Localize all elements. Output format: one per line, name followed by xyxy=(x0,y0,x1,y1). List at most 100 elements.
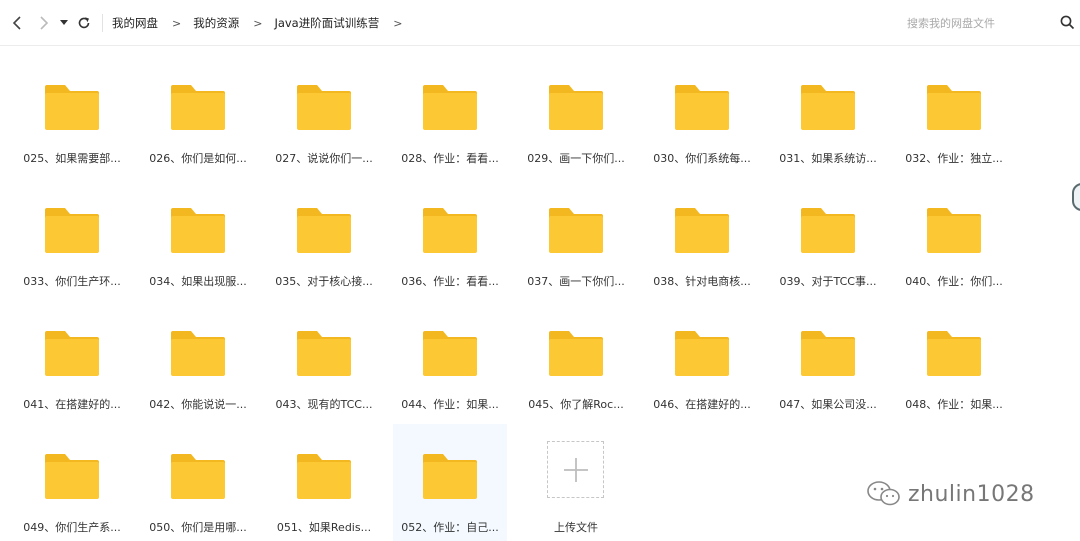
folder-item[interactable]: 035、对于核心接... xyxy=(267,178,381,295)
folder-icon xyxy=(297,331,351,376)
folder-item[interactable]: 032、作业：独立... xyxy=(897,55,1011,172)
folder-item[interactable]: 046、在搭建好的... xyxy=(645,301,759,418)
folder-item[interactable]: 036、作业：看看... xyxy=(393,178,507,295)
folder-icon xyxy=(675,331,729,376)
folder-item[interactable]: 041、在搭建好的... xyxy=(15,301,129,418)
breadcrumb-separator: > xyxy=(172,16,182,30)
folder-item[interactable]: 050、你们是用哪... xyxy=(141,424,255,541)
folder-item[interactable]: 026、你们是如何... xyxy=(141,55,255,172)
folder-icon xyxy=(927,331,981,376)
folder-icon xyxy=(801,85,855,130)
folder-name: 047、如果公司没... xyxy=(779,398,877,411)
folder-name: 045、你了解Roc... xyxy=(528,398,624,411)
folder-name: 038、针对电商核... xyxy=(653,275,751,288)
folder-icon xyxy=(423,331,477,376)
folder-name: 049、你们生产系... xyxy=(23,521,121,534)
folder-item[interactable]: 028、作业：看看... xyxy=(393,55,507,172)
folder-name: 027、说说你们一... xyxy=(275,152,373,165)
folder-icon xyxy=(801,331,855,376)
watermark: zhulin1028 xyxy=(866,480,1035,508)
folder-icon xyxy=(423,208,477,253)
folder-item[interactable]: 038、针对电商核... xyxy=(645,178,759,295)
forward-button[interactable] xyxy=(33,11,55,35)
folder-name: 051、如果Redis... xyxy=(276,521,372,534)
folder-name: 040、作业：你们... xyxy=(905,275,1003,288)
folder-item[interactable]: 025、如果需要部... xyxy=(15,55,129,172)
folder-name: 030、你们系统每... xyxy=(653,152,751,165)
folder-item[interactable]: 043、现有的TCC... xyxy=(267,301,381,418)
search-icon[interactable] xyxy=(1060,15,1075,30)
folder-name: 028、作业：看看... xyxy=(401,152,499,165)
folder-name: 032、作业：独立... xyxy=(905,152,1003,165)
folder-icon xyxy=(675,85,729,130)
folder-icon xyxy=(171,208,225,253)
breadcrumb-item-java-course[interactable]: Java进阶面试训练营 xyxy=(274,15,379,31)
folder-item[interactable]: 037、画一下你们... xyxy=(519,178,633,295)
folder-item[interactable]: 051、如果Redis... xyxy=(267,424,381,541)
folder-icon xyxy=(549,208,603,253)
search-input[interactable] xyxy=(895,10,1057,36)
folder-item[interactable]: 040、作业：你们... xyxy=(897,178,1011,295)
history-dropdown-button[interactable] xyxy=(55,11,73,35)
refresh-button[interactable] xyxy=(73,11,95,35)
folder-name: 033、你们生产环... xyxy=(23,275,121,288)
breadcrumb-separator: > xyxy=(393,16,403,30)
top-toolbar: 我的网盘 > 我的资源 > Java进阶面试训练营 > xyxy=(0,0,1080,46)
folder-name: 029、画一下你们... xyxy=(527,152,625,165)
folder-icon xyxy=(171,454,225,499)
folder-item[interactable]: 027、说说你们一... xyxy=(267,55,381,172)
breadcrumb-item-my-drive[interactable]: 我的网盘 xyxy=(112,15,158,31)
folder-item[interactable]: 042、你能说说一... xyxy=(141,301,255,418)
folder-name: 039、对于TCC事... xyxy=(779,275,877,288)
folder-item[interactable]: 039、对于TCC事... xyxy=(771,178,885,295)
folder-icon xyxy=(45,454,99,499)
folder-name: 031、如果系统访... xyxy=(779,152,877,165)
folder-item[interactable]: 052、作业：自己... xyxy=(393,424,507,541)
folder-name: 044、作业：如果... xyxy=(401,398,499,411)
back-button[interactable] xyxy=(6,11,28,35)
folder-icon xyxy=(549,331,603,376)
folder-item[interactable]: 047、如果公司没... xyxy=(771,301,885,418)
caret-down-icon xyxy=(60,20,68,25)
chevron-right-icon xyxy=(40,16,49,30)
folder-item[interactable]: 045、你了解Roc... xyxy=(519,301,633,418)
folder-name: 025、如果需要部... xyxy=(23,152,121,165)
wechat-icon xyxy=(867,481,900,506)
folder-name: 037、画一下你们... xyxy=(527,275,625,288)
breadcrumb-item-my-resources[interactable]: 我的资源 xyxy=(193,15,239,31)
upload-label: 上传文件 xyxy=(554,521,598,534)
floating-assistant-button[interactable] xyxy=(1072,183,1080,211)
upload-button[interactable] xyxy=(547,441,604,498)
folder-icon xyxy=(45,331,99,376)
folder-item[interactable]: 048、作业：如果... xyxy=(897,301,1011,418)
folder-icon xyxy=(171,85,225,130)
folder-name: 042、你能说说一... xyxy=(149,398,247,411)
folder-icon xyxy=(297,208,351,253)
folder-icon xyxy=(45,85,99,130)
folder-name: 050、你们是用哪... xyxy=(149,521,247,534)
refresh-icon xyxy=(78,17,90,29)
folder-item[interactable]: 044、作业：如果... xyxy=(393,301,507,418)
folder-item[interactable]: 029、画一下你们... xyxy=(519,55,633,172)
folder-item[interactable]: 034、如果出现服... xyxy=(141,178,255,295)
breadcrumb-separator: > xyxy=(253,16,263,30)
folder-item[interactable]: 031、如果系统访... xyxy=(771,55,885,172)
folder-icon xyxy=(927,208,981,253)
folder-name: 034、如果出现服... xyxy=(149,275,247,288)
watermark-text: zhulin1028 xyxy=(908,481,1035,507)
folder-name: 036、作业：看看... xyxy=(401,275,499,288)
folder-name: 026、你们是如何... xyxy=(149,152,247,165)
folder-item[interactable]: 030、你们系统每... xyxy=(645,55,759,172)
folder-item[interactable]: 033、你们生产环... xyxy=(15,178,129,295)
folder-name: 048、作业：如果... xyxy=(905,398,1003,411)
folder-name: 041、在搭建好的... xyxy=(23,398,121,411)
folder-icon xyxy=(927,85,981,130)
folder-name: 043、现有的TCC... xyxy=(275,398,373,411)
breadcrumb: 我的网盘 > 我的资源 > Java进阶面试训练营 > xyxy=(112,0,414,46)
folder-item[interactable]: 049、你们生产系... xyxy=(15,424,129,541)
upload-tile[interactable]: 上传文件 xyxy=(519,424,633,541)
folder-name: 052、作业：自己... xyxy=(401,521,499,534)
folder-icon xyxy=(297,454,351,499)
folder-name: 046、在搭建好的... xyxy=(653,398,751,411)
chevron-left-icon xyxy=(12,16,21,30)
